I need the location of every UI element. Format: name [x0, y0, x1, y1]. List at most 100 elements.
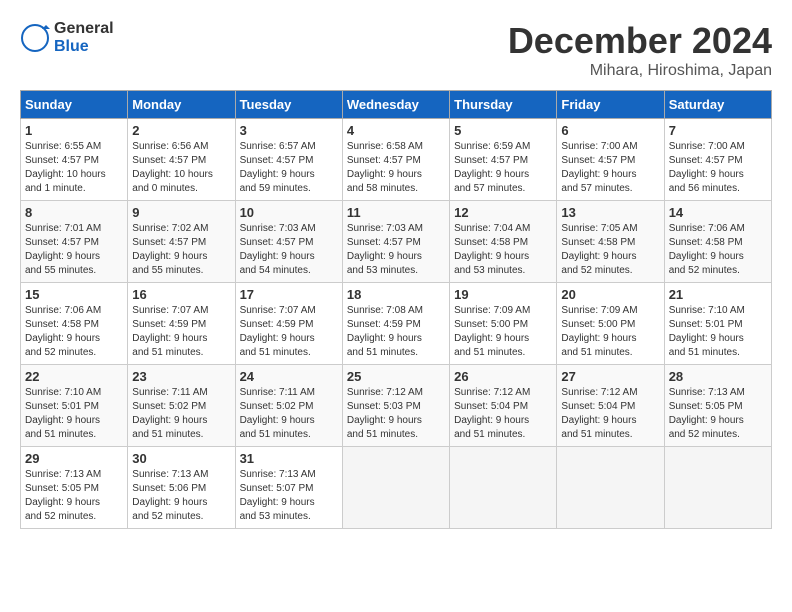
day-info: Sunrise: 7:00 AM Sunset: 4:57 PM Dayligh… [669, 140, 767, 196]
day-info: Sunrise: 7:07 AM Sunset: 4:59 PM Dayligh… [240, 304, 338, 360]
table-row: 18 Sunrise: 7:08 AM Sunset: 4:59 PM Dayl… [342, 283, 449, 365]
day-info: Sunrise: 7:12 AM Sunset: 5:04 PM Dayligh… [561, 386, 659, 442]
calendar-week-2: 8 Sunrise: 7:01 AM Sunset: 4:57 PM Dayli… [21, 201, 772, 283]
day-number: 13 [561, 205, 659, 220]
table-row: 26 Sunrise: 7:12 AM Sunset: 5:04 PM Dayl… [450, 365, 557, 447]
logo-blue: Blue [54, 38, 89, 55]
col-sunday: Sunday [21, 91, 128, 119]
day-number: 7 [669, 123, 767, 138]
day-number: 16 [132, 287, 230, 302]
day-info: Sunrise: 7:06 AM Sunset: 4:58 PM Dayligh… [25, 304, 123, 360]
calendar-week-3: 15 Sunrise: 7:06 AM Sunset: 4:58 PM Dayl… [21, 283, 772, 365]
location-title: Mihara, Hiroshima, Japan [508, 62, 772, 80]
table-row: 31 Sunrise: 7:13 AM Sunset: 5:07 PM Dayl… [235, 447, 342, 529]
table-row: 2 Sunrise: 6:56 AM Sunset: 4:57 PM Dayli… [128, 119, 235, 201]
logo-general: General [54, 20, 114, 37]
table-row: 4 Sunrise: 6:58 AM Sunset: 4:57 PM Dayli… [342, 119, 449, 201]
header: General Blue December 2024 Mihara, Hiros… [20, 20, 772, 80]
col-thursday: Thursday [450, 91, 557, 119]
day-number: 22 [25, 369, 123, 384]
table-row: 22 Sunrise: 7:10 AM Sunset: 5:01 PM Dayl… [21, 365, 128, 447]
day-number: 19 [454, 287, 552, 302]
table-row: 20 Sunrise: 7:09 AM Sunset: 5:00 PM Dayl… [557, 283, 664, 365]
day-number: 10 [240, 205, 338, 220]
table-row: 27 Sunrise: 7:12 AM Sunset: 5:04 PM Dayl… [557, 365, 664, 447]
title-area: December 2024 Mihara, Hiroshima, Japan [508, 20, 772, 80]
day-number: 30 [132, 451, 230, 466]
day-number: 28 [669, 369, 767, 384]
table-row: 17 Sunrise: 7:07 AM Sunset: 4:59 PM Dayl… [235, 283, 342, 365]
day-info: Sunrise: 7:00 AM Sunset: 4:57 PM Dayligh… [561, 140, 659, 196]
table-row: 7 Sunrise: 7:00 AM Sunset: 4:57 PM Dayli… [664, 119, 771, 201]
table-row [557, 447, 664, 529]
day-number: 1 [25, 123, 123, 138]
day-info: Sunrise: 6:55 AM Sunset: 4:57 PM Dayligh… [25, 140, 123, 196]
day-info: Sunrise: 7:03 AM Sunset: 4:57 PM Dayligh… [347, 222, 445, 278]
day-number: 25 [347, 369, 445, 384]
table-row: 16 Sunrise: 7:07 AM Sunset: 4:59 PM Dayl… [128, 283, 235, 365]
table-row [450, 447, 557, 529]
table-row: 5 Sunrise: 6:59 AM Sunset: 4:57 PM Dayli… [450, 119, 557, 201]
table-row: 30 Sunrise: 7:13 AM Sunset: 5:06 PM Dayl… [128, 447, 235, 529]
table-row: 6 Sunrise: 7:00 AM Sunset: 4:57 PM Dayli… [557, 119, 664, 201]
calendar-week-4: 22 Sunrise: 7:10 AM Sunset: 5:01 PM Dayl… [21, 365, 772, 447]
day-info: Sunrise: 7:03 AM Sunset: 4:57 PM Dayligh… [240, 222, 338, 278]
day-info: Sunrise: 7:12 AM Sunset: 5:04 PM Dayligh… [454, 386, 552, 442]
table-row: 9 Sunrise: 7:02 AM Sunset: 4:57 PM Dayli… [128, 201, 235, 283]
day-number: 15 [25, 287, 123, 302]
day-number: 8 [25, 205, 123, 220]
month-title: December 2024 [508, 20, 772, 62]
table-row: 12 Sunrise: 7:04 AM Sunset: 4:58 PM Dayl… [450, 201, 557, 283]
table-row: 23 Sunrise: 7:11 AM Sunset: 5:02 PM Dayl… [128, 365, 235, 447]
logo-svg [20, 23, 50, 53]
day-number: 14 [669, 205, 767, 220]
day-info: Sunrise: 7:13 AM Sunset: 5:05 PM Dayligh… [669, 386, 767, 442]
day-info: Sunrise: 6:59 AM Sunset: 4:57 PM Dayligh… [454, 140, 552, 196]
table-row: 28 Sunrise: 7:13 AM Sunset: 5:05 PM Dayl… [664, 365, 771, 447]
day-number: 9 [132, 205, 230, 220]
col-wednesday: Wednesday [342, 91, 449, 119]
day-info: Sunrise: 7:13 AM Sunset: 5:05 PM Dayligh… [25, 468, 123, 524]
day-number: 27 [561, 369, 659, 384]
day-info: Sunrise: 7:13 AM Sunset: 5:06 PM Dayligh… [132, 468, 230, 524]
day-number: 20 [561, 287, 659, 302]
day-number: 23 [132, 369, 230, 384]
table-row: 14 Sunrise: 7:06 AM Sunset: 4:58 PM Dayl… [664, 201, 771, 283]
day-info: Sunrise: 7:10 AM Sunset: 5:01 PM Dayligh… [669, 304, 767, 360]
col-friday: Friday [557, 91, 664, 119]
day-info: Sunrise: 7:13 AM Sunset: 5:07 PM Dayligh… [240, 468, 338, 524]
col-saturday: Saturday [664, 91, 771, 119]
day-info: Sunrise: 7:04 AM Sunset: 4:58 PM Dayligh… [454, 222, 552, 278]
day-info: Sunrise: 7:08 AM Sunset: 4:59 PM Dayligh… [347, 304, 445, 360]
day-number: 11 [347, 205, 445, 220]
col-monday: Monday [128, 91, 235, 119]
table-row: 19 Sunrise: 7:09 AM Sunset: 5:00 PM Dayl… [450, 283, 557, 365]
day-info: Sunrise: 6:56 AM Sunset: 4:57 PM Dayligh… [132, 140, 230, 196]
day-info: Sunrise: 7:02 AM Sunset: 4:57 PM Dayligh… [132, 222, 230, 278]
table-row: 10 Sunrise: 7:03 AM Sunset: 4:57 PM Dayl… [235, 201, 342, 283]
day-info: Sunrise: 7:06 AM Sunset: 4:58 PM Dayligh… [669, 222, 767, 278]
header-row: Sunday Monday Tuesday Wednesday Thursday… [21, 91, 772, 119]
day-number: 31 [240, 451, 338, 466]
day-info: Sunrise: 6:57 AM Sunset: 4:57 PM Dayligh… [240, 140, 338, 196]
table-row: 13 Sunrise: 7:05 AM Sunset: 4:58 PM Dayl… [557, 201, 664, 283]
day-number: 2 [132, 123, 230, 138]
day-info: Sunrise: 7:09 AM Sunset: 5:00 PM Dayligh… [454, 304, 552, 360]
table-row: 1 Sunrise: 6:55 AM Sunset: 4:57 PM Dayli… [21, 119, 128, 201]
table-row [664, 447, 771, 529]
day-number: 6 [561, 123, 659, 138]
calendar-week-1: 1 Sunrise: 6:55 AM Sunset: 4:57 PM Dayli… [21, 119, 772, 201]
day-info: Sunrise: 7:11 AM Sunset: 5:02 PM Dayligh… [240, 386, 338, 442]
table-row: 25 Sunrise: 7:12 AM Sunset: 5:03 PM Dayl… [342, 365, 449, 447]
day-info: Sunrise: 7:11 AM Sunset: 5:02 PM Dayligh… [132, 386, 230, 442]
day-info: Sunrise: 6:58 AM Sunset: 4:57 PM Dayligh… [347, 140, 445, 196]
day-number: 26 [454, 369, 552, 384]
logo: General Blue [20, 20, 114, 56]
day-number: 18 [347, 287, 445, 302]
table-row: 24 Sunrise: 7:11 AM Sunset: 5:02 PM Dayl… [235, 365, 342, 447]
day-number: 24 [240, 369, 338, 384]
table-row: 8 Sunrise: 7:01 AM Sunset: 4:57 PM Dayli… [21, 201, 128, 283]
calendar-week-5: 29 Sunrise: 7:13 AM Sunset: 5:05 PM Dayl… [21, 447, 772, 529]
day-number: 21 [669, 287, 767, 302]
day-number: 29 [25, 451, 123, 466]
